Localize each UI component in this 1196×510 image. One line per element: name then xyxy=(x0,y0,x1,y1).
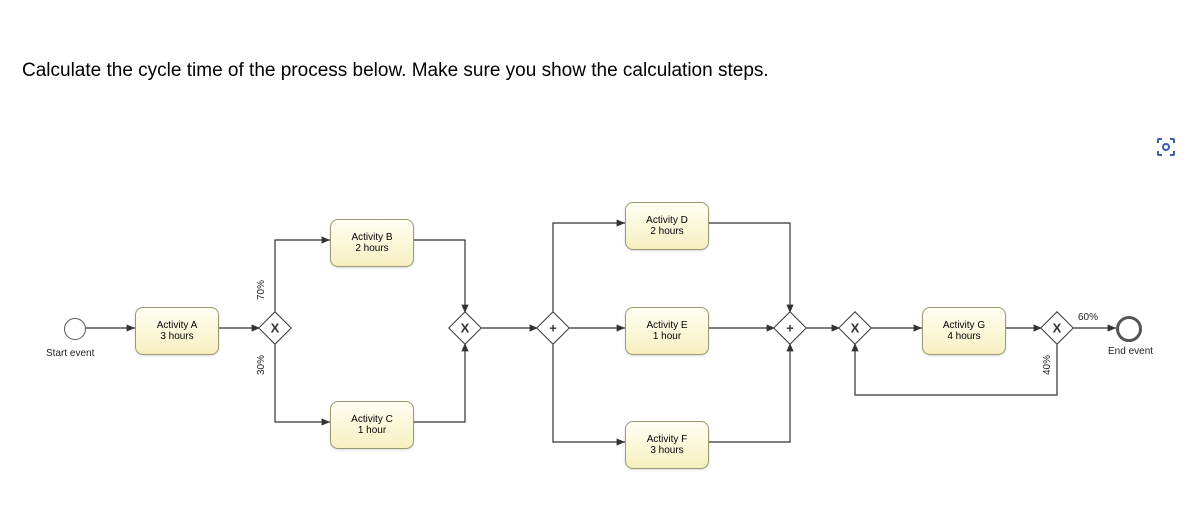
activity-e: Activity E1 hour xyxy=(625,307,709,355)
xor-gateway-4: X xyxy=(1042,313,1072,343)
flow-connectors xyxy=(0,0,1196,510)
start-event xyxy=(64,318,86,340)
start-event-label: Start event xyxy=(46,348,94,359)
activity-a: Activity A3 hours xyxy=(135,307,219,355)
branch-label-30: 30% xyxy=(256,355,267,375)
branch-label-40: 40% xyxy=(1042,355,1053,375)
activity-d: Activity D2 hours xyxy=(625,202,709,250)
parallel-gateway-split: + xyxy=(538,313,568,343)
activity-c: Activity C1 hour xyxy=(330,401,414,449)
activity-f: Activity F3 hours xyxy=(625,421,709,469)
end-event xyxy=(1116,316,1142,342)
xor-gateway-2: X xyxy=(450,313,480,343)
activity-g: Activity G4 hours xyxy=(922,307,1006,355)
xor-gateway-3: X xyxy=(840,313,870,343)
xor-gateway-1: X xyxy=(260,313,290,343)
end-event-label: End event xyxy=(1108,346,1153,357)
branch-label-70: 70% xyxy=(256,280,267,300)
branch-label-60: 60% xyxy=(1078,312,1098,323)
parallel-gateway-merge: + xyxy=(775,313,805,343)
process-diagram: Start event Activity A3 hours X 70% 30% … xyxy=(0,0,1196,510)
activity-b: Activity B2 hours xyxy=(330,219,414,267)
